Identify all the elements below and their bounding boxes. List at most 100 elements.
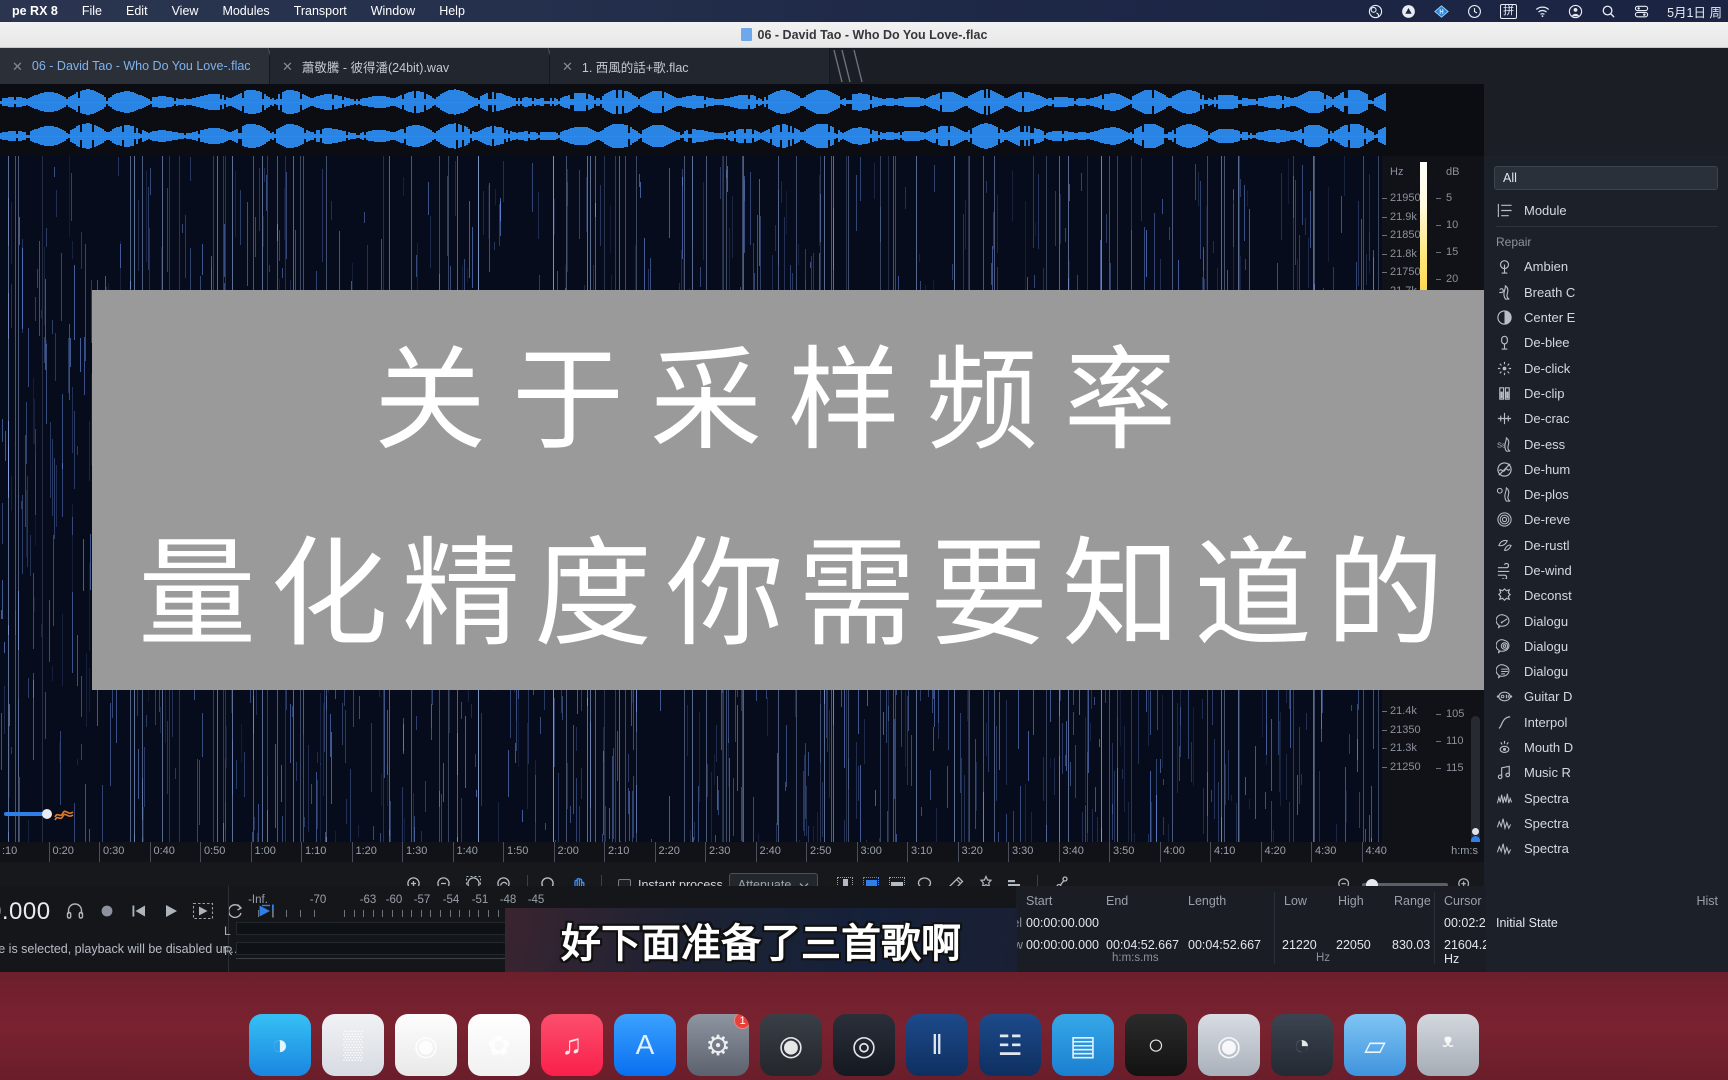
- dock-item-app-store[interactable]: A: [614, 1014, 676, 1076]
- input-method-pinyin-icon[interactable]: 拼: [1491, 3, 1526, 19]
- module-item-de-crackle[interactable]: De-crac: [1484, 406, 1728, 431]
- dock-item-izotope-neutron[interactable]: ☳: [979, 1014, 1041, 1076]
- obs-studio-icon[interactable]: ◔: [1271, 1014, 1333, 1076]
- module-item-de-ess[interactable]: Ss De-ess: [1484, 431, 1728, 456]
- menu-item-help[interactable]: Help: [427, 4, 477, 18]
- google-chrome-icon[interactable]: ◉: [395, 1014, 457, 1076]
- module-item-mouth-de-click[interactable]: Mouth D: [1484, 735, 1728, 760]
- menu-item-window[interactable]: Window: [359, 4, 427, 18]
- menu-item-edit[interactable]: Edit: [114, 4, 160, 18]
- dock-item-logic-pro[interactable]: ◉: [760, 1014, 822, 1076]
- module-item-deconstruct[interactable]: Deconst: [1484, 583, 1728, 608]
- play-selection-icon[interactable]: [192, 900, 214, 922]
- dock-item-photos[interactable]: ✿: [468, 1014, 530, 1076]
- finder-icon[interactable]: ◑: [249, 1014, 311, 1076]
- dock-item-izotope-rx[interactable]: ◎: [833, 1014, 895, 1076]
- close-icon[interactable]: ✕: [562, 60, 573, 73]
- module-item-dialogue-contour[interactable]: Dialogu: [1484, 608, 1728, 633]
- trash-icon[interactable]: ᵜ: [1417, 1014, 1479, 1076]
- module-item-center-extract[interactable]: Center E: [1484, 305, 1728, 330]
- dock-item-izotope-ozone[interactable]: ‖: [906, 1014, 968, 1076]
- triangle-status-icon[interactable]: [1392, 4, 1425, 19]
- module-item-dialogue-de-reverb[interactable]: Dialogu: [1484, 634, 1728, 659]
- wifi-icon[interactable]: [1526, 4, 1559, 19]
- music-icon[interactable]: ♫: [541, 1014, 603, 1076]
- spectrogram-contrast-icon[interactable]: [54, 806, 74, 822]
- downloads-folder-icon[interactable]: ▱: [1344, 1014, 1406, 1076]
- izotope-neutron-icon[interactable]: ☳: [979, 1014, 1041, 1076]
- menu-app-name[interactable]: pe RX 8: [0, 4, 70, 18]
- module-item-de-clip[interactable]: De-clip: [1484, 381, 1728, 406]
- izotope-diamond-icon[interactable]: [1425, 4, 1458, 19]
- dock-item-wavelab[interactable]: ◉: [1198, 1014, 1260, 1076]
- user-account-icon[interactable]: [1559, 4, 1592, 19]
- menu-item-file[interactable]: File: [70, 4, 114, 18]
- go-to-start-icon[interactable]: [128, 900, 150, 922]
- window-title: 06 - David Tao - Who Do You Love-.flac: [757, 27, 988, 42]
- studio-one-icon[interactable]: ○: [1125, 1014, 1187, 1076]
- module-item-spectral-recovery[interactable]: Spectra: [1484, 836, 1728, 861]
- clock-icon[interactable]: [1458, 4, 1491, 19]
- dock-item-obs-studio[interactable]: ◔: [1271, 1014, 1333, 1076]
- module-item-de-wind[interactable]: De-wind: [1484, 558, 1728, 583]
- module-item-de-hum[interactable]: De-hum: [1484, 457, 1728, 482]
- spotlight-search-icon[interactable]: [1592, 4, 1625, 19]
- waveform-overview[interactable]: [0, 84, 1484, 156]
- module-item-spectral-de-noise[interactable]: Spectra: [1484, 786, 1728, 811]
- dock-item-finder[interactable]: ◑: [249, 1014, 311, 1076]
- time-ruler[interactable]: :10 0:20 0:30 0:40 0:50 1:00 1:10 1:20 1:30 1:40 1…: [0, 842, 1484, 862]
- gain-slider-knob[interactable]: [42, 809, 52, 819]
- menu-bar-clock[interactable]: 5月1日 周: [1658, 2, 1728, 21]
- dock-item-studio-one[interactable]: ○: [1125, 1014, 1187, 1076]
- tab-david-tao[interactable]: ✕ 06 - David Tao - Who Do You Love-.flac: [0, 48, 280, 84]
- module-item-dialogue-isolate[interactable]: Dialogu: [1484, 659, 1728, 684]
- dock-item-music[interactable]: ♫: [541, 1014, 603, 1076]
- module-item-breath-control[interactable]: Breath C: [1484, 280, 1728, 305]
- tab-overflow-indicator[interactable]: [830, 48, 870, 84]
- module-item-de-reverb[interactable]: De-reve: [1484, 507, 1728, 532]
- menu-item-modules[interactable]: Modules: [210, 4, 281, 18]
- tab-xiao-jing-teng[interactable]: ✕ 蕭敬騰 - 彼得潘(24bit).wav: [270, 48, 560, 84]
- menu-item-view[interactable]: View: [160, 4, 211, 18]
- logic-pro-icon[interactable]: ◉: [760, 1014, 822, 1076]
- history-item-initial-state[interactable]: Initial State: [1496, 916, 1558, 930]
- module-item-interpolate[interactable]: Interpol: [1484, 710, 1728, 735]
- module-item-spectral-repair[interactable]: Spectra: [1484, 811, 1728, 836]
- dock-item-downloads-folder[interactable]: ▱: [1344, 1014, 1406, 1076]
- module-item-de-rustle[interactable]: De-rustl: [1484, 533, 1728, 558]
- record-icon[interactable]: [96, 900, 118, 922]
- photos-icon[interactable]: ✿: [468, 1014, 530, 1076]
- dock-item-google-chrome[interactable]: ◉: [395, 1014, 457, 1076]
- keynote-icon[interactable]: ▤: [1052, 1014, 1114, 1076]
- system-preferences-icon[interactable]: ⚙ 1: [687, 1014, 749, 1076]
- izotope-rx-icon[interactable]: ◎: [833, 1014, 895, 1076]
- wavelab-icon[interactable]: ◉: [1198, 1014, 1260, 1076]
- dock-item-trash[interactable]: ᵜ: [1417, 1014, 1479, 1076]
- dock-item-system-preferences[interactable]: ⚙ 1: [687, 1014, 749, 1076]
- obs-icon[interactable]: [1359, 4, 1392, 19]
- monitor-headphones-icon[interactable]: [64, 900, 86, 922]
- izotope-ozone-icon[interactable]: ‖: [906, 1014, 968, 1076]
- menu-item-transport[interactable]: Transport: [282, 4, 359, 18]
- app-store-icon[interactable]: A: [614, 1014, 676, 1076]
- module-chain-row[interactable]: Module: [1484, 198, 1728, 223]
- dock-item-launchpad[interactable]: ▒: [322, 1014, 384, 1076]
- module-filter-dropdown[interactable]: All: [1494, 166, 1718, 190]
- play-icon[interactable]: [160, 900, 182, 922]
- module-item-de-click[interactable]: De-click: [1484, 355, 1728, 380]
- module-item-ambience-match[interactable]: Ambien: [1484, 254, 1728, 279]
- module-item-guitar-de-noise[interactable]: Guitar D: [1484, 684, 1728, 709]
- control-center-icon[interactable]: [1625, 4, 1658, 19]
- close-icon[interactable]: ✕: [282, 60, 293, 73]
- spectrogram-gain-control[interactable]: [0, 800, 80, 828]
- tab-xifeng[interactable]: ✕ 1. 西風的話+歌.flac: [550, 48, 830, 84]
- scrollbar-knob[interactable]: [1472, 828, 1479, 835]
- gain-slider-track[interactable]: [4, 809, 52, 819]
- module-item-de-bleed[interactable]: De-blee: [1484, 330, 1728, 355]
- close-icon[interactable]: ✕: [12, 60, 23, 73]
- launchpad-icon[interactable]: ▒: [322, 1014, 384, 1076]
- dock-item-keynote[interactable]: ▤: [1052, 1014, 1114, 1076]
- playhead-time-display[interactable]: 0.000: [0, 898, 51, 926]
- module-item-music-rebalance[interactable]: Music R: [1484, 760, 1728, 785]
- module-item-de-plosive[interactable]: De-plos: [1484, 482, 1728, 507]
